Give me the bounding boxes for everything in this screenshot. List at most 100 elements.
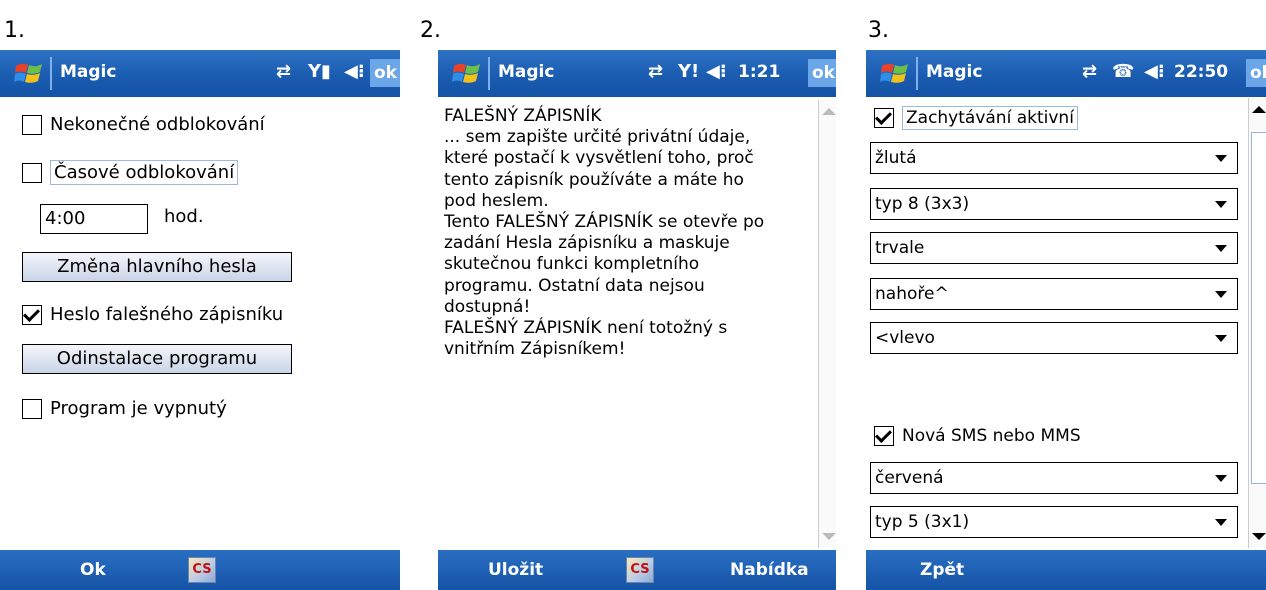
color-select[interactable]: žlutá — [870, 142, 1238, 174]
select-value: <vlevo — [875, 328, 935, 348]
screen-fake-notepad: Magic ⇄ Y! ◀︎⁝ 1:21 ok FALEŠNÝ ZÁPISNÍK … — [438, 50, 836, 590]
app-title: Magic — [60, 62, 117, 82]
capture-active-checkbox[interactable]: Zachytávání aktivní — [874, 106, 1078, 130]
chevron-down-icon[interactable] — [1215, 155, 1227, 162]
timed-unlock-checkbox[interactable]: Časové odblokování — [22, 160, 239, 185]
vertical-scrollbar[interactable] — [1248, 98, 1266, 548]
hours-input[interactable]: 4:00 — [40, 204, 148, 234]
unlimited-unlock-checkbox[interactable]: Nekonečné odblokování — [22, 114, 265, 135]
app-title: Magic — [926, 62, 983, 82]
notes-text-area[interactable]: FALEŠNÝ ZÁPISNÍK ... sem zapište určité … — [444, 106, 814, 360]
softkey-left[interactable]: Zpět — [920, 560, 964, 580]
notes-line: ... sem zapište určité privátní údaje, — [444, 127, 751, 148]
hours-unit: hod. — [164, 206, 204, 227]
softkey-right[interactable]: Nabídka — [730, 560, 809, 580]
checkbox-box[interactable] — [22, 398, 42, 419]
sync-icon[interactable]: ⇄ — [648, 61, 663, 82]
vertical-scrollbar[interactable] — [818, 100, 836, 548]
notes-line: programu. Ostatní data nejsou — [444, 275, 705, 296]
notes-line: skutečnou funkci kompletního — [444, 254, 700, 275]
notes-line: FALEŠNÝ ZÁPISNÍK není totožný s — [444, 318, 728, 339]
speaker-icon[interactable]: ◀︎⁝ — [344, 61, 365, 82]
input-panel-icon[interactable]: CS — [626, 557, 654, 583]
checkbox-label: Heslo falešného zápisníku — [50, 304, 284, 325]
softkey-left[interactable]: Ok — [80, 560, 106, 580]
scroll-down-arrow[interactable] — [822, 533, 836, 540]
uninstall-button[interactable]: Odinstalace programu — [22, 344, 292, 374]
select-value: typ 5 (3x1) — [875, 512, 970, 532]
input-panel-icon[interactable]: CS — [188, 557, 216, 583]
checkbox-box[interactable] — [874, 426, 894, 446]
select-value: červená — [875, 468, 944, 488]
title-bar: Magic ⇄ ☎ ◀︎⁝ 22:50 ok — [866, 50, 1266, 97]
screen-notification-settings: Magic ⇄ ☎ ◀︎⁝ 22:50 ok Zachytávání aktiv… — [866, 50, 1266, 590]
chevron-down-icon[interactable] — [1215, 475, 1227, 482]
title-bar: Magic ⇄ Y! ◀︎⁝ 1:21 ok — [438, 50, 836, 97]
checkbox-label: Nekonečné odblokování — [50, 114, 265, 135]
program-off-checkbox[interactable]: Program je vypnutý — [22, 398, 227, 419]
sync-icon[interactable]: ⇄ — [1082, 61, 1097, 82]
windows-flag-icon[interactable] — [880, 58, 910, 88]
checkbox-label: Zachytávání aktivní — [902, 106, 1078, 130]
sms-type-select[interactable]: typ 5 (3x1) — [870, 506, 1238, 538]
select-value: typ 8 (3x3) — [875, 194, 970, 214]
chevron-down-icon[interactable] — [1215, 335, 1227, 342]
notes-line: zadání Hesla zápisníku a maskuje — [444, 233, 730, 254]
checkbox-label: Nová SMS nebo MMS — [902, 426, 1081, 446]
title-bar: Magic ⇄ Y▮ ◀︎⁝ ok — [0, 50, 400, 97]
select-value: trvale — [875, 238, 925, 258]
chevron-down-icon[interactable] — [1215, 519, 1227, 526]
vertical-position-select[interactable]: nahoře^ — [870, 278, 1238, 310]
checkbox-box[interactable] — [22, 114, 42, 135]
ok-button[interactable]: ok — [808, 59, 836, 87]
title-separator — [916, 57, 918, 90]
scrollbar-thumb[interactable] — [1251, 132, 1266, 484]
title-separator — [488, 57, 490, 90]
sync-icon[interactable]: ⇄ — [276, 61, 291, 82]
checkbox-box[interactable] — [22, 162, 42, 183]
softkey-bar: Ok CS — [0, 550, 400, 590]
clock[interactable]: 1:21 — [738, 62, 780, 82]
phone-off-icon[interactable]: ☎ — [1112, 61, 1134, 82]
duration-select[interactable]: trvale — [870, 232, 1238, 264]
ok-button[interactable]: ok — [370, 59, 400, 87]
notes-line: tento zápisník používáte a máte ho — [444, 169, 744, 190]
signal-icon[interactable]: Y▮ — [308, 61, 331, 82]
checkbox-box[interactable] — [22, 304, 42, 325]
sms-color-select[interactable]: červená — [870, 462, 1238, 494]
scroll-up-arrow[interactable] — [822, 108, 836, 115]
softkey-bar: Zpět — [866, 550, 1266, 590]
chevron-down-icon[interactable] — [1215, 291, 1227, 298]
notes-line: Tento FALEŠNÝ ZÁPISNÍK se otevře po — [444, 212, 765, 233]
notes-line: dostupná! — [444, 296, 531, 317]
speaker-icon[interactable]: ◀︎⁝ — [1144, 61, 1165, 82]
label-two: 2. — [420, 18, 441, 43]
chevron-down-icon[interactable] — [1215, 245, 1227, 252]
softkey-bar: Uložit CS Nabídka — [438, 550, 836, 590]
type-select[interactable]: typ 8 (3x3) — [870, 188, 1238, 220]
app-title: Magic — [498, 62, 555, 82]
select-value: nahoře^ — [875, 284, 949, 304]
notes-line: pod heslem. — [444, 190, 549, 211]
chevron-down-icon[interactable] — [1215, 201, 1227, 208]
softkey-left[interactable]: Uložit — [488, 560, 543, 580]
notes-line: které postačí k vysvětlení toho, proč — [444, 148, 754, 169]
fake-password-checkbox[interactable]: Heslo falešného zápisníku — [22, 304, 283, 325]
label-three: 3. — [868, 18, 889, 43]
screen-settings: Magic ⇄ Y▮ ◀︎⁝ ok Nekonečné odblokování … — [0, 50, 400, 590]
windows-flag-icon[interactable] — [452, 58, 482, 88]
signal-icon[interactable]: Y! — [678, 61, 699, 82]
scroll-down-arrow[interactable] — [1252, 533, 1266, 540]
checkbox-box[interactable] — [874, 108, 894, 128]
ok-button[interactable]: ok — [1246, 59, 1266, 87]
scroll-up-arrow[interactable] — [1252, 106, 1266, 113]
label-one: 1. — [4, 18, 25, 43]
windows-flag-icon[interactable] — [14, 58, 44, 88]
speaker-icon[interactable]: ◀︎⁝ — [706, 61, 727, 82]
new-sms-checkbox[interactable]: Nová SMS nebo MMS — [874, 426, 1081, 446]
notes-line: vnitřním Zápisníkem! — [444, 339, 626, 360]
change-password-button[interactable]: Změna hlavního hesla — [22, 252, 292, 282]
title-separator — [50, 57, 52, 90]
horizontal-position-select[interactable]: <vlevo — [870, 322, 1238, 354]
clock[interactable]: 22:50 — [1174, 62, 1228, 82]
